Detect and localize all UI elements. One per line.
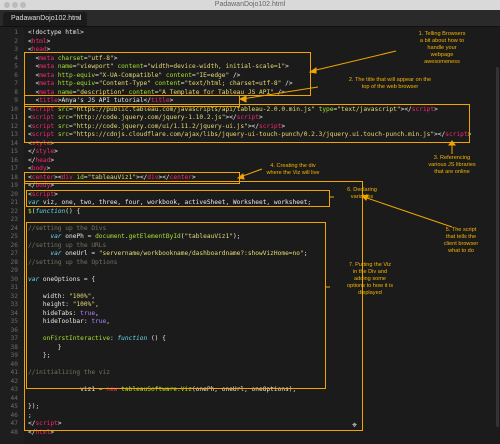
annotation-arrows (236, 50, 456, 288)
tab-label: PadawanDojo102.html (11, 15, 82, 22)
mouse-cursor-icon: ⌖ (352, 421, 358, 431)
close-tab-icon[interactable]: × (76, 14, 81, 23)
window-titlebar: PadawanDojo102.html (0, 0, 500, 10)
tab-file[interactable]: PadawanDojo102.html × (3, 12, 87, 26)
tab-bar: PadawanDojo102.html × (0, 10, 500, 27)
window-title: PadawanDojo102.html (214, 1, 286, 8)
code-editor[interactable]: 1 <!doctype html> 2 <html> 3 <head> 4 <meta ch… (0, 27, 500, 444)
